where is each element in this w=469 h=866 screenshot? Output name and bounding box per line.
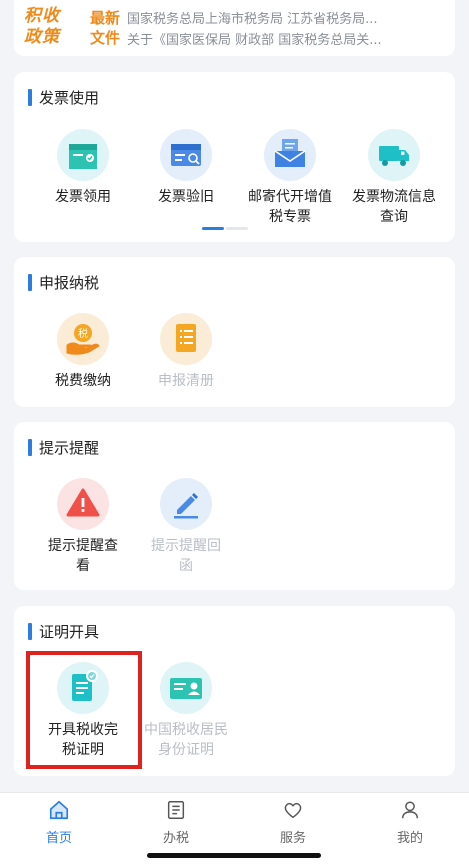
invoice-logistics-button[interactable]: 发票物流信息查询	[345, 129, 443, 227]
section-title-text: 提示提醒	[39, 438, 100, 457]
item-label: 发票物流信息查询	[352, 189, 436, 225]
indicator-active	[202, 227, 224, 230]
truck-icon	[368, 129, 420, 181]
item-label: 申报清册	[158, 373, 214, 389]
item-label: 中国税收居民身份证明	[144, 722, 228, 758]
indicator-inactive	[226, 227, 248, 230]
tax-payment-button[interactable]: 税 税费缴纳	[34, 313, 132, 391]
section-title-text: 证明开具	[39, 622, 100, 641]
reminder-view-button[interactable]: 提示提醒查看	[34, 478, 132, 576]
svg-text:税: 税	[78, 327, 88, 340]
mail-invoice-button[interactable]: 邮寄代开增值税专票	[241, 129, 339, 227]
tab-label: 办税	[162, 831, 189, 846]
news-banner[interactable]: 积收 政策 最新 文件 国家税务总局上海市税务局 江苏省税务局... 关于《国家…	[14, 0, 455, 56]
tab-tax-handling[interactable]: 办税	[136, 799, 216, 846]
mail-invoice-icon	[264, 129, 316, 181]
bottom-tab-bar: 首页 办税 服务 我的	[0, 792, 469, 849]
section-title: 提示提醒	[28, 438, 100, 457]
policy-logo-line-1: 积收	[24, 6, 60, 26]
tab-service[interactable]: 服务	[253, 799, 333, 846]
section-reminder: 提示提醒 提示提醒查看 提示提醒回函	[14, 422, 455, 590]
invoice-verify-button[interactable]: 发票验旧	[137, 129, 235, 207]
list-icon	[167, 801, 185, 819]
declaration-list-icon	[160, 313, 212, 365]
news-list[interactable]: 国家税务总局上海市税务局 江苏省税务局... 关于《国家医保局 财政部 国家税务…	[127, 9, 447, 51]
tab-label: 我的	[396, 831, 423, 846]
title-bar	[28, 88, 32, 106]
section-title-text: 申报纳税	[39, 273, 100, 292]
tab-home[interactable]: 首页	[19, 799, 99, 846]
carousel-indicator	[202, 227, 250, 231]
section-tax: 申报纳税 税 税费缴纳 申报清册	[14, 257, 455, 407]
pen-reply-icon	[160, 478, 212, 530]
section-title: 申报纳税	[28, 273, 100, 292]
section-title: 证明开具	[28, 622, 100, 641]
news-item[interactable]: 关于《国家医保局 财政部 国家税务总局关...	[127, 30, 447, 51]
reminder-reply-button[interactable]: 提示提醒回函	[137, 478, 235, 576]
policy-logo: 积收 政策	[24, 6, 84, 50]
tax-payment-icon: 税	[57, 313, 109, 365]
title-bar	[28, 438, 32, 456]
title-bar	[28, 622, 32, 640]
invoice-verify-icon	[160, 129, 212, 181]
title-bar	[28, 273, 32, 291]
tab-mine[interactable]: 我的	[370, 799, 450, 846]
news-item[interactable]: 国家税务总局上海市税务局 江苏省税务局...	[127, 9, 447, 30]
invoice-receive-button[interactable]: 发票领用	[34, 129, 132, 207]
user-icon	[401, 801, 419, 819]
resident-id-button[interactable]: 中国税收居民身份证明	[137, 662, 235, 760]
invoice-receive-icon	[57, 129, 109, 181]
tab-label: 首页	[45, 831, 72, 846]
resident-id-icon	[160, 662, 212, 714]
warning-icon	[57, 478, 109, 530]
section-title: 发票使用	[28, 88, 100, 107]
item-label: 提示提醒查看	[48, 538, 118, 574]
tab-label: 服务	[279, 831, 306, 846]
item-label: 发票验旧	[158, 189, 214, 205]
home-indicator[interactable]	[147, 853, 321, 858]
section-invoice: 发票使用 发票领用 发票验旧 邮寄代开增值税专票 发票物流信息查询	[14, 72, 455, 242]
item-label: 发票领用	[55, 189, 111, 205]
declaration-list-button[interactable]: 申报清册	[137, 313, 235, 391]
heart-icon	[284, 802, 302, 819]
highlight-box	[26, 651, 142, 769]
item-label: 邮寄代开增值税专票	[248, 189, 332, 225]
item-label: 税费缴纳	[55, 373, 111, 389]
home-icon	[49, 800, 69, 820]
policy-logo-line-2: 政策	[24, 27, 60, 47]
section-title-text: 发票使用	[39, 88, 100, 107]
item-label: 提示提醒回函	[151, 538, 221, 574]
